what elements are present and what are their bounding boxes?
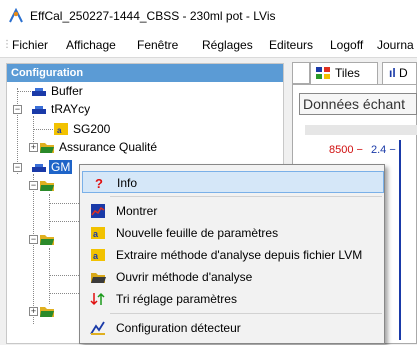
donnees-echantillon-label: Données échant xyxy=(299,93,417,115)
menu-journal[interactable]: Journa xyxy=(377,38,414,52)
value-red: 8500 − xyxy=(329,144,363,156)
detector-config-icon xyxy=(90,321,105,335)
svg-text:a: a xyxy=(57,126,62,135)
open-folder-icon[interactable] xyxy=(39,232,55,246)
menu-reglages[interactable]: Réglages xyxy=(202,38,253,52)
chart-icon xyxy=(91,204,105,218)
title-bar: EffCal_250227-1444_CBSS - 230ml pot - LV… xyxy=(0,0,417,32)
collapse-traycy-icon[interactable]: − xyxy=(13,105,22,114)
tree-item-sg200[interactable]: a SG200 xyxy=(53,120,112,138)
yellow-folder-sheet-icon: a xyxy=(91,227,105,239)
expand-subfolder-icon[interactable]: + xyxy=(29,307,38,316)
menu-editeurs[interactable]: Editeurs xyxy=(269,38,313,52)
collapse-subfolder-icon[interactable]: − xyxy=(29,181,38,190)
tab-tiles[interactable]: Tiles xyxy=(310,62,378,84)
expand-assurance-icon[interactable]: + xyxy=(29,143,38,152)
tree-item-buffer[interactable]: Buffer xyxy=(31,82,85,100)
collapse-subfolder-icon[interactable]: − xyxy=(29,235,38,244)
menubar-grip-icon: ⋮ xyxy=(2,39,12,50)
open-folder-icon xyxy=(91,273,106,283)
menu-item-info[interactable]: ? Info xyxy=(82,171,384,193)
menu-fichier[interactable]: Fichier xyxy=(12,38,48,52)
configuration-header: Configuration xyxy=(7,64,283,82)
tree-item-traycy[interactable]: tRAYcy xyxy=(31,100,92,118)
collapse-gm-icon[interactable]: − xyxy=(13,163,22,172)
menu-separator xyxy=(110,313,382,314)
sg200-icon: a xyxy=(54,123,68,135)
folder-icon xyxy=(40,143,54,153)
menu-item-tri-reglage[interactable]: Tri réglage paramètres xyxy=(82,288,384,310)
open-folder-icon[interactable] xyxy=(39,178,55,192)
context-menu: ? Info Montrer a Nouvelle feuille de par… xyxy=(79,164,385,344)
question-mark-icon: ? xyxy=(95,176,103,191)
menu-affichage[interactable]: Affichage xyxy=(66,38,116,52)
value-blue: 2.4 − xyxy=(371,144,396,156)
menu-item-ouvrir-methode[interactable]: Ouvrir méthode d'analyse xyxy=(82,266,384,288)
yellow-folder-extract-icon: a xyxy=(91,249,105,261)
tree-item-assurance-qualite[interactable]: Assurance Qualité xyxy=(39,138,159,156)
device-icon xyxy=(32,106,46,114)
menu-logoff[interactable]: Logoff xyxy=(330,38,363,52)
lvis-logo-icon xyxy=(9,8,23,23)
tiles-icon xyxy=(316,67,330,79)
tree-item-gm[interactable]: GM xyxy=(31,158,73,176)
device-icon xyxy=(32,88,46,96)
menu-fenetre[interactable]: Fenêtre xyxy=(137,38,178,52)
menu-separator xyxy=(110,196,382,197)
menu-item-extraire-methode[interactable]: a Extraire méthode d'analyse depuis fich… xyxy=(82,244,384,266)
menu-item-nouvelle-feuille[interactable]: a Nouvelle feuille de paramètres xyxy=(82,222,384,244)
window-title: EffCal_250227-1444_CBSS - 230ml pot - LV… xyxy=(30,9,276,23)
device-icon xyxy=(32,164,46,172)
menu-item-montrer[interactable]: Montrer xyxy=(82,200,384,222)
menu-item-configuration-detecteur[interactable]: Configuration détecteur xyxy=(82,317,384,339)
scale-bar xyxy=(305,125,417,135)
tab-d[interactable]: ıl D xyxy=(382,62,417,84)
menu-bar: ⋮ Fichier Affichage Fenêtre Réglages Edi… xyxy=(0,32,417,58)
chart-tab-icon: ıl xyxy=(389,66,396,80)
sort-arrows-icon xyxy=(90,292,105,306)
plot-axis-line xyxy=(399,140,401,340)
tab-scroll-icon[interactable] xyxy=(292,62,310,84)
folder-icon[interactable] xyxy=(39,304,55,318)
svg-text:?: ? xyxy=(95,176,103,191)
